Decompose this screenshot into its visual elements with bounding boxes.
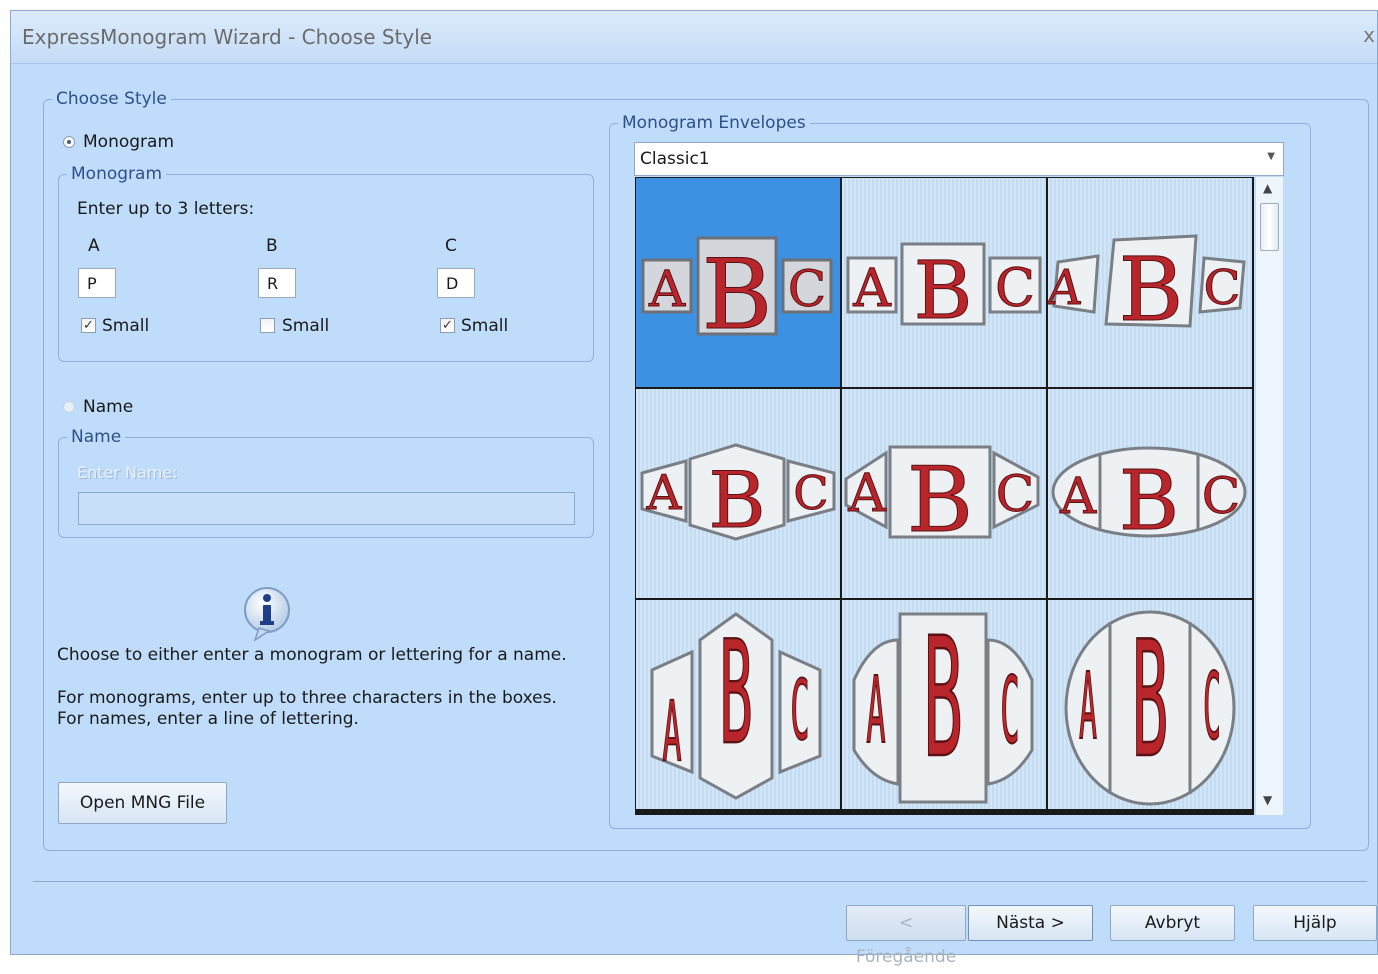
info-icon	[244, 587, 290, 642]
svg-text:C: C	[1000, 658, 1019, 765]
small-b-checkbox[interactable]	[260, 318, 275, 333]
svg-text:B: B	[1119, 454, 1179, 549]
svg-text:B: B	[702, 239, 773, 351]
name-radio-label[interactable]: Name	[83, 397, 133, 417]
svg-text:A: A	[852, 259, 892, 319]
chevron-down-icon[interactable]: ▼	[1267, 151, 1275, 162]
wizard-window: ExpressMonogram Wizard - Choose Style x …	[10, 10, 1378, 967]
envelope-thumbnail-grid: A B C A B C A B C A B C A B C A B C A B …	[635, 177, 1254, 815]
envelope-style-dropdown[interactable]: Classic1 ▼	[634, 142, 1284, 176]
letter-c-input[interactable]: D	[437, 268, 475, 298]
svg-text:C: C	[995, 259, 1035, 319]
window-title: ExpressMonogram Wizard - Choose Style	[22, 25, 433, 49]
svg-text:A: A	[1079, 655, 1097, 761]
small-b-label[interactable]: Small	[282, 316, 329, 336]
letter-b-header: B	[266, 236, 278, 256]
svg-text:A: A	[1059, 467, 1097, 525]
svg-text:A: A	[662, 684, 681, 780]
help-text-line3: For names, enter a line of lettering.	[57, 709, 359, 729]
back-button[interactable]: < Föregående	[846, 905, 966, 967]
svg-text:C: C	[790, 662, 809, 758]
envelope-thumb-7[interactable]: A B C	[636, 600, 840, 809]
envelope-thumb-4-art: A B C	[640, 443, 836, 547]
thumbnail-scrollbar[interactable]: ▲ ▼	[1256, 177, 1283, 815]
envelope-thumb-5[interactable]: A B C	[842, 389, 1046, 598]
footer-separator	[33, 881, 1367, 882]
name-legend: Name	[71, 427, 122, 447]
svg-text:B: B	[923, 601, 963, 794]
envelope-thumb-5-art: A B C	[844, 445, 1040, 554]
svg-text:A: A	[646, 465, 683, 521]
envelope-thumb-1[interactable]: A B C	[636, 178, 840, 387]
open-mng-file-button[interactable]: Open MNG File	[58, 782, 227, 824]
svg-text:A: A	[847, 464, 887, 524]
svg-text:B: B	[719, 611, 753, 777]
envelope-thumb-7-art: A B C	[650, 610, 822, 800]
envelope-thumb-1-art: A B C	[641, 236, 833, 352]
monogram-radio-label[interactable]: Monogram	[83, 132, 174, 152]
small-c-label[interactable]: Small	[461, 316, 508, 336]
svg-text:A: A	[866, 658, 885, 765]
name-prompt: Enter Name:	[77, 463, 178, 482]
svg-text:C: C	[793, 466, 828, 520]
letter-c-header: C	[445, 236, 457, 256]
envelope-thumb-2-art: A B C	[846, 242, 1042, 338]
monogram-prompt: Enter up to 3 letters:	[77, 199, 255, 219]
envelopes-legend: Monogram Envelopes	[622, 113, 806, 133]
envelope-thumb-4[interactable]: A B C	[636, 389, 840, 598]
letter-a-header: A	[88, 236, 100, 256]
svg-text:C: C	[1202, 467, 1240, 525]
envelope-thumb-3-art: A B C	[1048, 234, 1246, 342]
envelope-thumb-3[interactable]: A B C	[1048, 178, 1252, 387]
help-text-line1: Choose to either enter a monogram or let…	[57, 645, 567, 665]
envelope-thumb-9-art: A B C	[1064, 606, 1236, 806]
name-radio[interactable]	[63, 401, 75, 413]
svg-text:C: C	[788, 260, 826, 318]
envelope-thumb-8[interactable]: A B C	[842, 600, 1046, 809]
svg-text:B: B	[914, 244, 973, 337]
monogram-legend: Monogram	[71, 164, 163, 184]
close-icon[interactable]: x	[1363, 23, 1375, 47]
svg-text:C: C	[1204, 260, 1241, 316]
scroll-thumb[interactable]	[1260, 203, 1279, 251]
svg-text:B: B	[708, 456, 765, 546]
small-a-checkbox[interactable]: ✓	[81, 318, 96, 333]
help-text-line2: For monograms, enter up to three charact…	[57, 688, 557, 708]
envelope-thumb-8-art: A B C	[852, 601, 1034, 804]
help-button[interactable]: Hjälp	[1253, 905, 1377, 941]
svg-text:B: B	[1119, 238, 1184, 341]
envelope-style-value: Classic1	[640, 149, 710, 169]
envelope-thumb-6-art: A B C	[1051, 446, 1247, 550]
envelope-thumb-2[interactable]: A B C	[842, 178, 1046, 387]
scroll-up-icon[interactable]: ▲	[1263, 181, 1272, 195]
envelope-thumb-9[interactable]: A B C	[1048, 600, 1252, 809]
name-input[interactable]	[78, 492, 575, 525]
choose-style-legend: Choose Style	[56, 89, 167, 109]
cancel-button[interactable]: Avbryt	[1110, 905, 1235, 941]
title-bar[interactable]: ExpressMonogram Wizard - Choose Style x	[11, 11, 1377, 64]
svg-text:C: C	[996, 465, 1034, 523]
svg-text:A: A	[648, 260, 686, 318]
monogram-radio[interactable]	[63, 136, 75, 148]
svg-text:B: B	[1132, 607, 1169, 793]
next-button[interactable]: Nästa >	[968, 905, 1093, 941]
scroll-down-icon[interactable]: ▼	[1263, 793, 1272, 807]
small-c-checkbox[interactable]: ✓	[440, 318, 455, 333]
envelope-thumb-6[interactable]: A B C	[1048, 389, 1252, 598]
svg-text:C: C	[1203, 655, 1221, 761]
letter-b-input[interactable]: R	[258, 268, 296, 298]
letter-a-input[interactable]: P	[78, 268, 116, 298]
svg-text:B: B	[907, 448, 973, 553]
small-a-label[interactable]: Small	[102, 316, 149, 336]
